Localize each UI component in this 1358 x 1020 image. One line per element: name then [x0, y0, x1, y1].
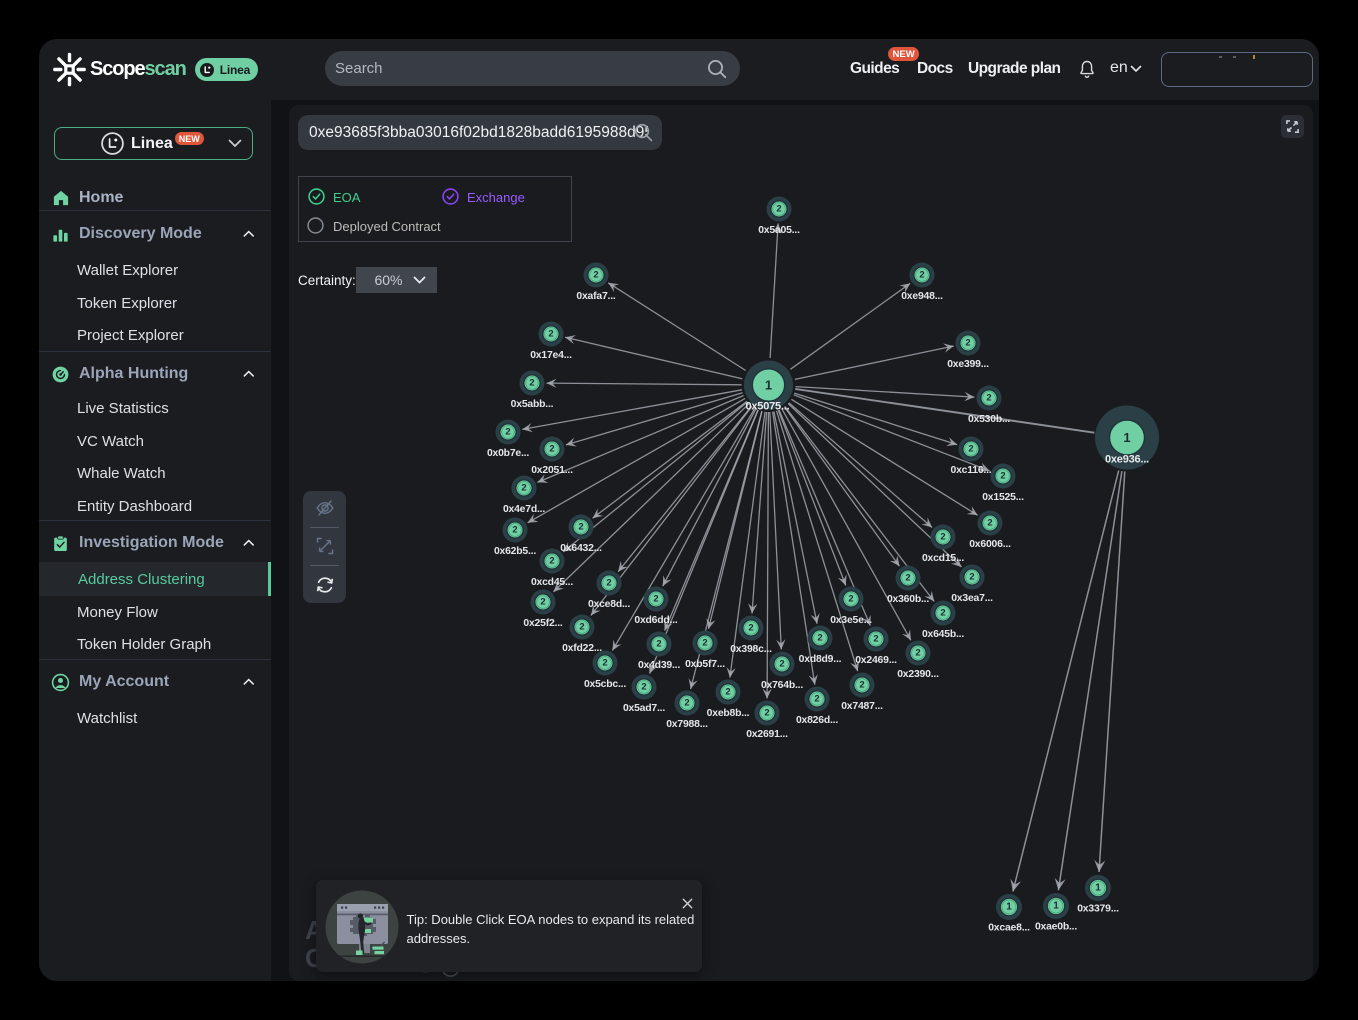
svg-text:0x7988...: 0x7988...: [666, 719, 708, 730]
svg-text:2: 2: [602, 658, 607, 669]
svg-text:2: 2: [725, 687, 730, 698]
svg-text:0x645b...: 0x645b...: [922, 629, 964, 640]
svg-text:0x2469...: 0x2469...: [855, 655, 897, 666]
svg-text:0xb5f7...: 0xb5f7...: [685, 659, 725, 670]
svg-text:0x2051...: 0x2051...: [531, 465, 573, 476]
svg-text:0x826d...: 0x826d...: [796, 715, 838, 726]
svg-text:0xafa7...: 0xafa7...: [576, 291, 616, 302]
svg-text:2: 2: [776, 204, 781, 215]
svg-text:1: 1: [1053, 901, 1059, 912]
svg-text:0x6432...: 0x6432...: [560, 543, 602, 554]
svg-text:2: 2: [764, 708, 769, 719]
svg-text:2: 2: [578, 522, 583, 533]
svg-text:2: 2: [702, 638, 707, 649]
svg-text:0x3379...: 0x3379...: [1077, 904, 1119, 915]
svg-text:0x4e7d...: 0x4e7d...: [503, 504, 545, 515]
svg-text:2: 2: [968, 444, 973, 455]
svg-text:0x62b5...: 0x62b5...: [494, 546, 536, 557]
svg-text:2: 2: [940, 608, 945, 619]
svg-text:2: 2: [779, 659, 784, 670]
svg-text:2: 2: [986, 393, 991, 404]
svg-text:0xd8d9...: 0xd8d9...: [799, 654, 842, 665]
svg-text:0x5abb...: 0x5abb...: [511, 399, 554, 410]
svg-text:0xcd45...: 0xcd45...: [531, 577, 573, 588]
svg-text:0xe948...: 0xe948...: [901, 291, 943, 302]
svg-text:2: 2: [521, 483, 526, 494]
svg-text:2: 2: [653, 594, 658, 605]
svg-text:0xe936...: 0xe936...: [1105, 454, 1149, 466]
svg-text:0x5075...: 0x5075...: [745, 401, 789, 413]
svg-text:0x5cbc...: 0x5cbc...: [584, 679, 626, 690]
svg-text:2: 2: [1000, 471, 1005, 482]
svg-text:2: 2: [905, 573, 910, 584]
svg-text:2: 2: [579, 622, 584, 633]
svg-text:2: 2: [593, 270, 598, 281]
svg-text:0xcd15...: 0xcd15...: [922, 553, 964, 564]
svg-text:0xc116...: 0xc116...: [951, 465, 992, 476]
svg-text:2: 2: [814, 694, 819, 705]
svg-text:0xae0b...: 0xae0b...: [1035, 922, 1077, 933]
svg-text:0x6006...: 0x6006...: [969, 539, 1011, 550]
svg-text:0x0b7e...: 0x0b7e...: [487, 448, 529, 459]
svg-text:0x3e5e...: 0x3e5e...: [830, 615, 872, 626]
svg-text:2: 2: [969, 572, 974, 583]
svg-text:0xeb8b...: 0xeb8b...: [707, 708, 750, 719]
svg-text:2: 2: [859, 680, 864, 691]
svg-text:2: 2: [540, 597, 545, 608]
svg-text:0x398c...: 0x398c...: [730, 644, 772, 655]
svg-text:0x530b...: 0x530b...: [968, 414, 1010, 425]
svg-text:0x5ad7...: 0x5ad7...: [623, 703, 665, 714]
svg-text:0x25f2...: 0x25f2...: [523, 618, 563, 629]
svg-text:2: 2: [965, 338, 970, 349]
svg-text:1: 1: [1006, 902, 1012, 913]
svg-text:2: 2: [684, 698, 689, 709]
svg-text:0xe399...: 0xe399...: [947, 359, 989, 370]
svg-text:2: 2: [817, 633, 822, 644]
svg-text:2: 2: [848, 594, 853, 605]
svg-text:0xce8d...: 0xce8d...: [588, 599, 630, 610]
svg-text:0x3ea7...: 0x3ea7...: [951, 593, 993, 604]
svg-text:2: 2: [512, 525, 517, 536]
svg-text:0x764b...: 0x764b...: [761, 680, 803, 691]
svg-text:0x5a05...: 0x5a05...: [758, 225, 800, 236]
svg-text:2: 2: [873, 634, 878, 645]
svg-text:2: 2: [748, 623, 753, 634]
svg-text:2: 2: [641, 682, 646, 693]
svg-text:1: 1: [1095, 883, 1101, 894]
svg-text:0x4d39...: 0x4d39...: [638, 660, 680, 671]
svg-text:0xd6dd...: 0xd6dd...: [634, 615, 678, 626]
svg-text:2: 2: [656, 639, 661, 650]
svg-text:1: 1: [1123, 430, 1130, 445]
svg-text:0x7487...: 0x7487...: [841, 701, 883, 712]
svg-text:0x360b...: 0x360b...: [887, 594, 929, 605]
svg-text:2: 2: [606, 578, 611, 589]
svg-text:0x2390...: 0x2390...: [897, 669, 939, 680]
svg-text:0x2691...: 0x2691...: [746, 729, 788, 740]
svg-text:0xfd22...: 0xfd22...: [562, 643, 602, 654]
svg-text:2: 2: [549, 444, 554, 455]
svg-text:2: 2: [987, 518, 992, 529]
svg-text:2: 2: [548, 329, 553, 340]
svg-text:1: 1: [765, 378, 772, 393]
svg-text:0x1525...: 0x1525...: [982, 492, 1024, 503]
svg-text:2: 2: [529, 378, 534, 389]
svg-text:2: 2: [919, 270, 924, 281]
svg-text:2: 2: [940, 532, 945, 543]
svg-text:0xcae8...: 0xcae8...: [988, 923, 1030, 934]
svg-text:2: 2: [915, 648, 920, 659]
svg-text:2: 2: [505, 427, 510, 438]
svg-text:0x17e4...: 0x17e4...: [530, 350, 572, 361]
svg-text:2: 2: [549, 556, 554, 567]
